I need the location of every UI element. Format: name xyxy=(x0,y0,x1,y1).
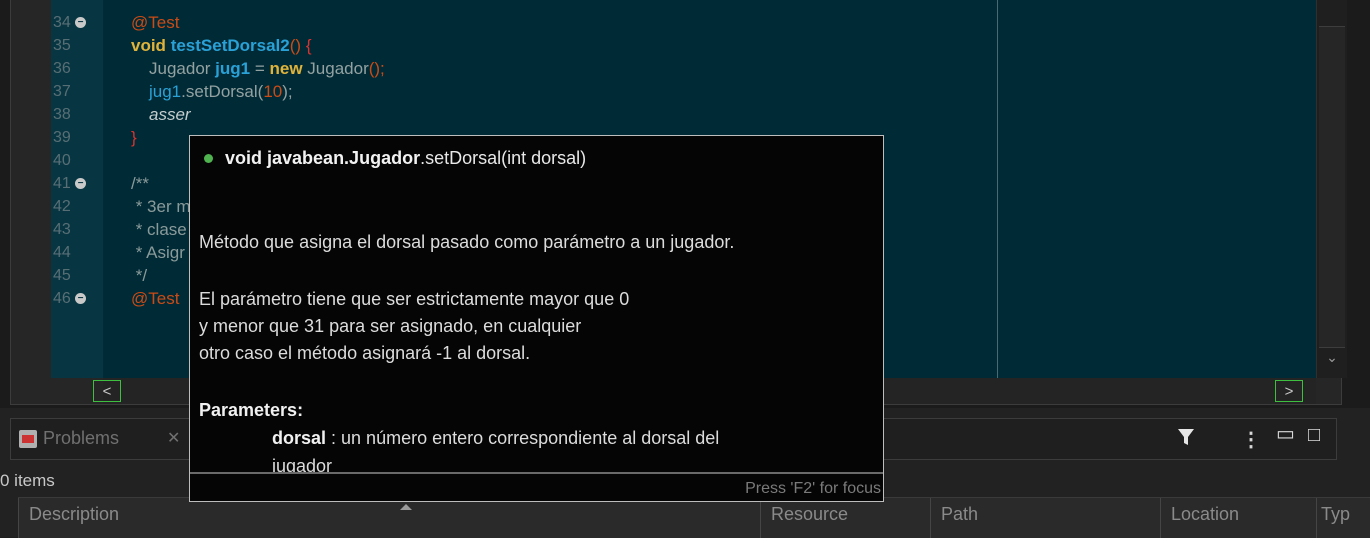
javadoc-paragraph-line-2: y menor que 31 para ser asignado, en cua… xyxy=(199,316,582,336)
code-line-45[interactable]: */ xyxy=(131,264,147,287)
column-location[interactable]: Location xyxy=(1160,498,1316,538)
fold-toggle-icon[interactable]: − xyxy=(75,293,86,304)
javadoc-paragraph-line-3: otro caso el método asignará -1 al dorsa… xyxy=(199,343,531,363)
code-line-42[interactable]: * 3er m xyxy=(131,195,191,218)
problems-table-header: Description Resource Path Location Typ xyxy=(18,497,1370,538)
column-path[interactable]: Path xyxy=(930,498,1160,538)
maximize-icon[interactable]: □ xyxy=(1308,424,1320,447)
code-line-34[interactable]: @Test xyxy=(131,11,179,34)
fold-toggle-icon[interactable]: − xyxy=(75,178,86,189)
focus-hint: Press 'F2' for focus xyxy=(745,480,881,497)
line-number: 43 xyxy=(53,221,71,238)
column-type[interactable]: Typ xyxy=(1316,498,1370,538)
javadoc-hover-popup[interactable]: void javabean.Jugador.setDorsal(int dors… xyxy=(189,135,884,502)
code-line-43[interactable]: * clase xyxy=(131,218,187,241)
view-menu-icon[interactable]: ⋮ xyxy=(1241,427,1261,452)
print-margin xyxy=(997,0,998,378)
line-number: 38 xyxy=(53,106,71,123)
scroll-left-button[interactable]: < xyxy=(93,380,121,402)
code-line-39[interactable]: } xyxy=(131,126,137,149)
column-description[interactable]: Description xyxy=(18,498,760,538)
popup-status-bar: Press 'F2' for focus xyxy=(190,472,883,501)
code-line-38[interactable]: asser xyxy=(149,103,191,126)
code-line-36[interactable]: Jugador jug1 = new Jugador(); xyxy=(149,57,385,80)
vertical-scrollbar[interactable]: ⌄ xyxy=(1316,0,1347,378)
fold-toggle-icon[interactable]: − xyxy=(75,17,86,28)
problems-icon xyxy=(19,430,37,448)
code-line-41[interactable]: /** xyxy=(131,172,149,195)
line-number: 37 xyxy=(53,83,71,100)
javadoc-paragraph-line-1: El parámetro tiene que ser estrictamente… xyxy=(199,289,630,309)
sort-ascending-icon xyxy=(400,504,412,510)
line-number: 36 xyxy=(53,60,71,77)
problems-tab[interactable]: Problems xyxy=(43,428,119,449)
line-number: 44 xyxy=(53,244,71,261)
line-number: 40 xyxy=(53,152,71,169)
line-number: 39 xyxy=(53,129,71,146)
item-count: 0 items xyxy=(0,471,55,490)
vertical-scroll-thumb[interactable] xyxy=(1319,26,1345,348)
javadoc-description: Método que asigna el dorsal pasado como … xyxy=(199,232,735,252)
code-line-46[interactable]: @Test xyxy=(131,287,179,310)
public-method-icon xyxy=(204,154,213,163)
line-number: 35 xyxy=(53,37,71,54)
parameters-heading: Parameters: xyxy=(199,400,304,420)
filter-icon[interactable] xyxy=(1177,427,1195,453)
parameter-doc: dorsal : un número entero correspondient… xyxy=(272,428,720,448)
line-number: 45 xyxy=(53,267,71,284)
minimize-icon[interactable]: ▭ xyxy=(1276,421,1295,446)
code-line-37[interactable]: jug1.setDorsal(10); xyxy=(149,80,293,103)
method-signature: void javabean.Jugador.setDorsal(int dors… xyxy=(204,148,586,169)
scroll-down-icon[interactable]: ⌄ xyxy=(1321,346,1343,368)
column-resource[interactable]: Resource xyxy=(760,498,930,538)
code-line-35[interactable]: void testSetDorsal2() { xyxy=(131,34,312,57)
code-line-44[interactable]: * Asigr xyxy=(131,241,185,264)
scroll-right-button[interactable]: > xyxy=(1275,380,1303,402)
close-icon[interactable]: ✕ xyxy=(167,428,180,448)
line-number: 42 xyxy=(53,198,71,215)
